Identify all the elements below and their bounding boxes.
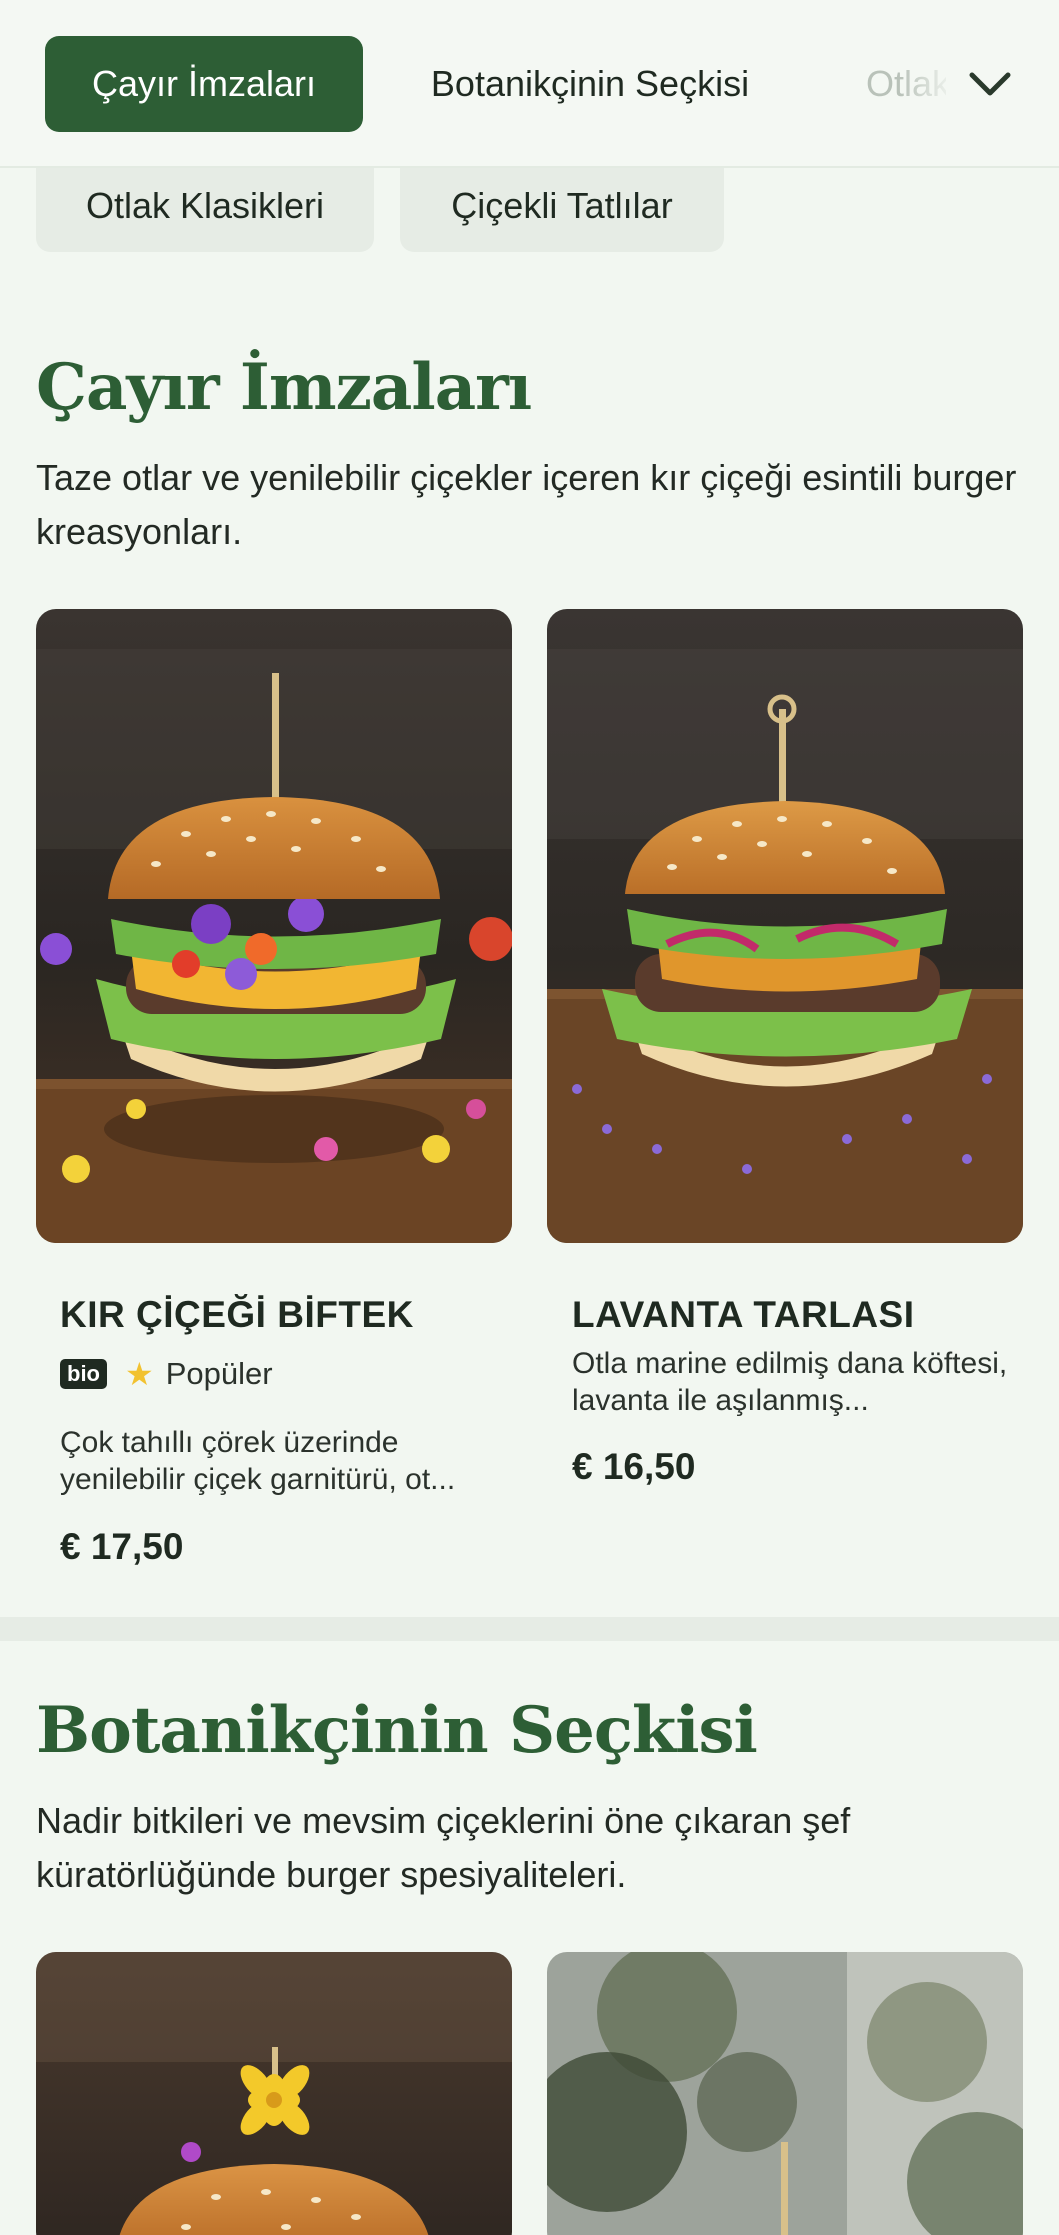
chip-cicekli-tatlilar[interactable]: Çiçekli Tatlılar: [400, 160, 724, 252]
star-icon: ★: [125, 1356, 154, 1392]
tab-botanikcinin-seckisi[interactable]: Botanikçinin Seçkisi: [400, 36, 780, 132]
item-description: Otla marine edilmiş dana köftesi, lavant…: [572, 1347, 1008, 1417]
section-description: Nadir bitkileri ve mevsim çiçeklerini ön…: [36, 1800, 851, 1895]
burger-image-botanik-1[interactable]: [36, 1952, 512, 2235]
item-name[interactable]: LAVANTA TARLASI: [572, 1294, 915, 1336]
tab-cayir-imzalari[interactable]: Çayır İmzaları: [45, 36, 363, 132]
item-price: € 17,50: [60, 1526, 184, 1567]
bio-badge: bio: [60, 1359, 107, 1389]
popular-label: Popüler: [165, 1356, 273, 1391]
burger-image-kir-cicegi[interactable]: [36, 609, 512, 1243]
item-name[interactable]: KIR ÇİÇEĞİ BİFTEK: [60, 1294, 414, 1336]
item-price: € 16,50: [572, 1446, 696, 1487]
item-description: Çok tahıllı çörek üzerinde yenilebilir ç…: [60, 1426, 456, 1496]
section-title: Çayır İmzaları: [36, 350, 532, 425]
section-divider: [0, 1617, 1059, 1641]
burger-image-botanik-2[interactable]: [547, 1952, 1023, 2235]
category-tab-bar: Çayır İmzaları Botanikçinin Seçkisi Otla…: [0, 0, 1059, 168]
burger-image-lavanta-tarlasi[interactable]: [547, 609, 1023, 1243]
more-categories-button[interactable]: [956, 50, 1024, 118]
section-title: Botanikçinin Seçkisi: [36, 1693, 758, 1768]
section-description: Taze otlar ve yenilebilir çiçekler içere…: [36, 457, 1017, 552]
chip-otlak-klasikleri[interactable]: Otlak Klasikleri: [36, 160, 374, 252]
chevron-down-icon: [969, 72, 1011, 96]
item-badges: bio ★ Popüler: [60, 1355, 273, 1393]
